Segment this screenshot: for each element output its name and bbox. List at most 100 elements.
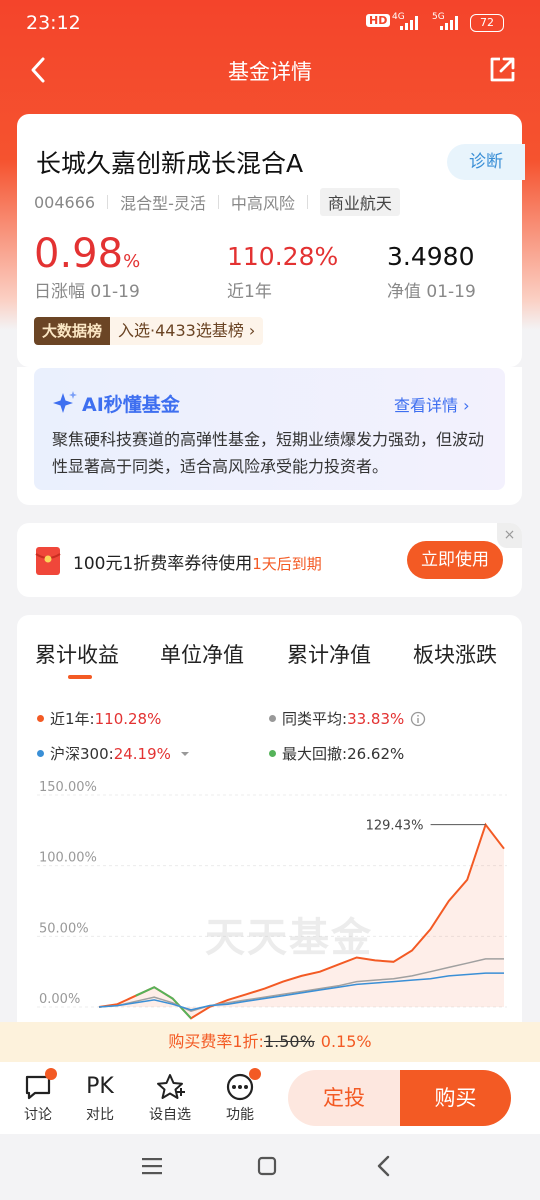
bottom-item-label: 对比: [86, 1107, 114, 1123]
fee-discounted: 0.15%: [320, 1032, 372, 1051]
battery-icon: 72: [470, 14, 504, 32]
daily-change-metric: 0.98%: [34, 234, 140, 274]
legend-name: 最大回撤:: [282, 745, 348, 763]
y-tick-label: 0.00%: [39, 992, 80, 1007]
tab-unit-nav[interactable]: 单位净值: [160, 639, 244, 669]
ai-title: AI秒懂基金: [82, 394, 180, 416]
pk-icon: PK: [86, 1074, 114, 1099]
diagnose-button[interactable]: 诊断: [447, 144, 525, 180]
active-tab-indicator: [68, 675, 92, 679]
legend-value: 26.62%: [347, 744, 405, 763]
nav-label: 净值 01-19: [387, 282, 476, 302]
signal-icon: [400, 16, 418, 30]
tab-accumulated-nav[interactable]: 累计净值: [287, 639, 371, 669]
legend-item-csi300[interactable]: 沪深300: 24.19%: [37, 743, 191, 764]
nav-value: 3.4980: [387, 242, 475, 271]
watermark: 天天基金: [205, 915, 373, 961]
coupon-expire: 1天后到期: [252, 555, 322, 573]
bottom-item-label: 讨论: [24, 1107, 52, 1123]
notification-dot: [249, 1068, 261, 1080]
bigdata-badge: 大数据榜: [34, 317, 111, 345]
chat-icon: [23, 1068, 57, 1102]
status-time: 23:12: [26, 12, 81, 34]
nav-metric: 3.4980: [387, 242, 474, 271]
ai-summary-text: 聚焦硬科技赛道的高弹性基金，短期业绩爆发力强劲，但波动性显著高于同类，适合高风险…: [52, 430, 485, 476]
performance-chart-card: 累计收益 单位净值 累计净值 板块涨跌 近1年: 110.28% 同类平均: 33.…: [17, 615, 522, 1035]
y-tick-label: 50.00%: [39, 921, 89, 936]
legend-name: 沪深300:: [50, 745, 114, 763]
add-watchlist-button[interactable]: 设自选: [145, 1072, 195, 1124]
bottom-item-label: 设自选: [149, 1107, 191, 1123]
caret-down-icon[interactable]: [179, 750, 191, 758]
ai-summary-card: AI秒懂基金 查看详情 › 聚焦硬科技赛道的高弹性基金，短期业绩爆发力强劲，但波…: [17, 367, 522, 505]
y-tick-label: 150.00%: [39, 780, 97, 795]
y-tick-label: 100.00%: [39, 851, 97, 866]
sparkle-icon: [53, 391, 77, 413]
peak-label: 129.43%: [366, 819, 424, 834]
discuss-button[interactable]: 讨论: [13, 1068, 63, 1124]
menu-icon[interactable]: [140, 1156, 164, 1176]
legend-value: 24.19%: [113, 744, 171, 763]
notification-dot: [45, 1068, 57, 1080]
bigdata-text: 入选·4433选基榜 ›: [110, 317, 264, 345]
auto-invest-button[interactable]: 定投: [288, 1070, 400, 1126]
use-coupon-button[interactable]: 立即使用: [407, 541, 503, 579]
system-nav-bar: [0, 1134, 540, 1200]
divider: [107, 195, 109, 209]
sector-tag[interactable]: 商业航天: [319, 188, 400, 216]
page-title: 基金详情: [228, 60, 312, 84]
fund-risk: 中高风险: [230, 194, 295, 213]
fund-summary-card: 长城久嘉创新成长混合A 诊断 004666 混合型-灵活 中高风险 商业航天 0…: [17, 114, 525, 367]
legend-item-peer-avg: 同类平均: 33.83%: [269, 708, 426, 729]
fund-code: 004666: [34, 192, 96, 212]
signal-icon-2: [440, 16, 458, 30]
legend-dot: [37, 715, 44, 722]
legend-name: 近1年:: [50, 710, 95, 728]
one-year-metric: 110.28%: [227, 242, 338, 271]
fund-name: 长城久嘉创新成长混合A: [36, 149, 304, 178]
ai-summary-box: AI秒懂基金 查看详情 › 聚焦硬科技赛道的高弹性基金，短期业绩爆发力强劲，但波…: [34, 368, 505, 490]
fund-meta-row: 004666 混合型-灵活 中高风险 商业航天: [34, 188, 400, 216]
coupon-text-row: 100元1折费率券待使用1天后到期: [73, 549, 322, 574]
bottom-action-bar: 讨论 PK 对比 设自选 功能 定投 购买: [0, 1062, 540, 1134]
home-icon[interactable]: [256, 1155, 278, 1177]
legend-name: 同类平均:: [282, 710, 348, 728]
ai-detail-link[interactable]: 查看详情 ›: [394, 392, 470, 416]
purchase-fee-bar: 购买费率1折:1.50% 0.15%: [0, 1022, 540, 1062]
tab-cumulative-return[interactable]: 累计收益: [35, 639, 119, 669]
legend-dot: [269, 715, 276, 722]
status-bar: 23:12 HD 4G 5G 72: [0, 0, 540, 48]
back-icon[interactable]: [374, 1154, 394, 1178]
fee-original: 1.50%: [263, 1032, 315, 1051]
legend-item-1y: 近1年: 110.28%: [37, 708, 161, 729]
one-year-label: 近1年: [227, 282, 272, 302]
info-icon[interactable]: [410, 711, 426, 727]
legend-value: 110.28%: [94, 709, 162, 728]
share-icon[interactable]: [486, 54, 518, 86]
compare-button[interactable]: PK 对比: [75, 1072, 125, 1124]
more-functions-button[interactable]: 功能: [215, 1068, 265, 1124]
coupon-card: 100元1折费率券待使用1天后到期 立即使用 ×: [17, 523, 522, 597]
buy-button[interactable]: 购买: [400, 1070, 511, 1126]
daily-change-unit: %: [123, 251, 141, 272]
divider: [306, 195, 308, 209]
tab-sector-change[interactable]: 板块涨跌: [413, 639, 497, 669]
legend-dot: [269, 750, 276, 757]
nav-bar: 基金详情: [0, 48, 540, 92]
hd-badge: HD: [366, 14, 391, 27]
coupon-text: 100元1折费率券待使用: [73, 554, 253, 574]
fee-prefix: 购买费率1折:: [168, 1032, 264, 1051]
legend-item-max-drawdown: 最大回撤: 26.62%: [269, 743, 404, 764]
legend-value: 33.83%: [347, 709, 405, 728]
legend-dot: [37, 750, 44, 757]
red-envelope-icon: [35, 547, 61, 575]
star-add-icon: [155, 1072, 185, 1102]
close-icon[interactable]: ×: [497, 523, 522, 548]
daily-change-label: 日涨幅 01-19: [34, 282, 140, 302]
bottom-item-label: 功能: [226, 1107, 254, 1123]
bigdata-rank-banner[interactable]: 大数据榜 入选·4433选基榜 ›: [34, 317, 264, 345]
more-icon: [225, 1068, 261, 1102]
fund-type: 混合型-灵活: [120, 194, 206, 213]
one-year-return: 110.28%: [227, 242, 339, 271]
daily-change-value: 0.98: [34, 231, 124, 277]
